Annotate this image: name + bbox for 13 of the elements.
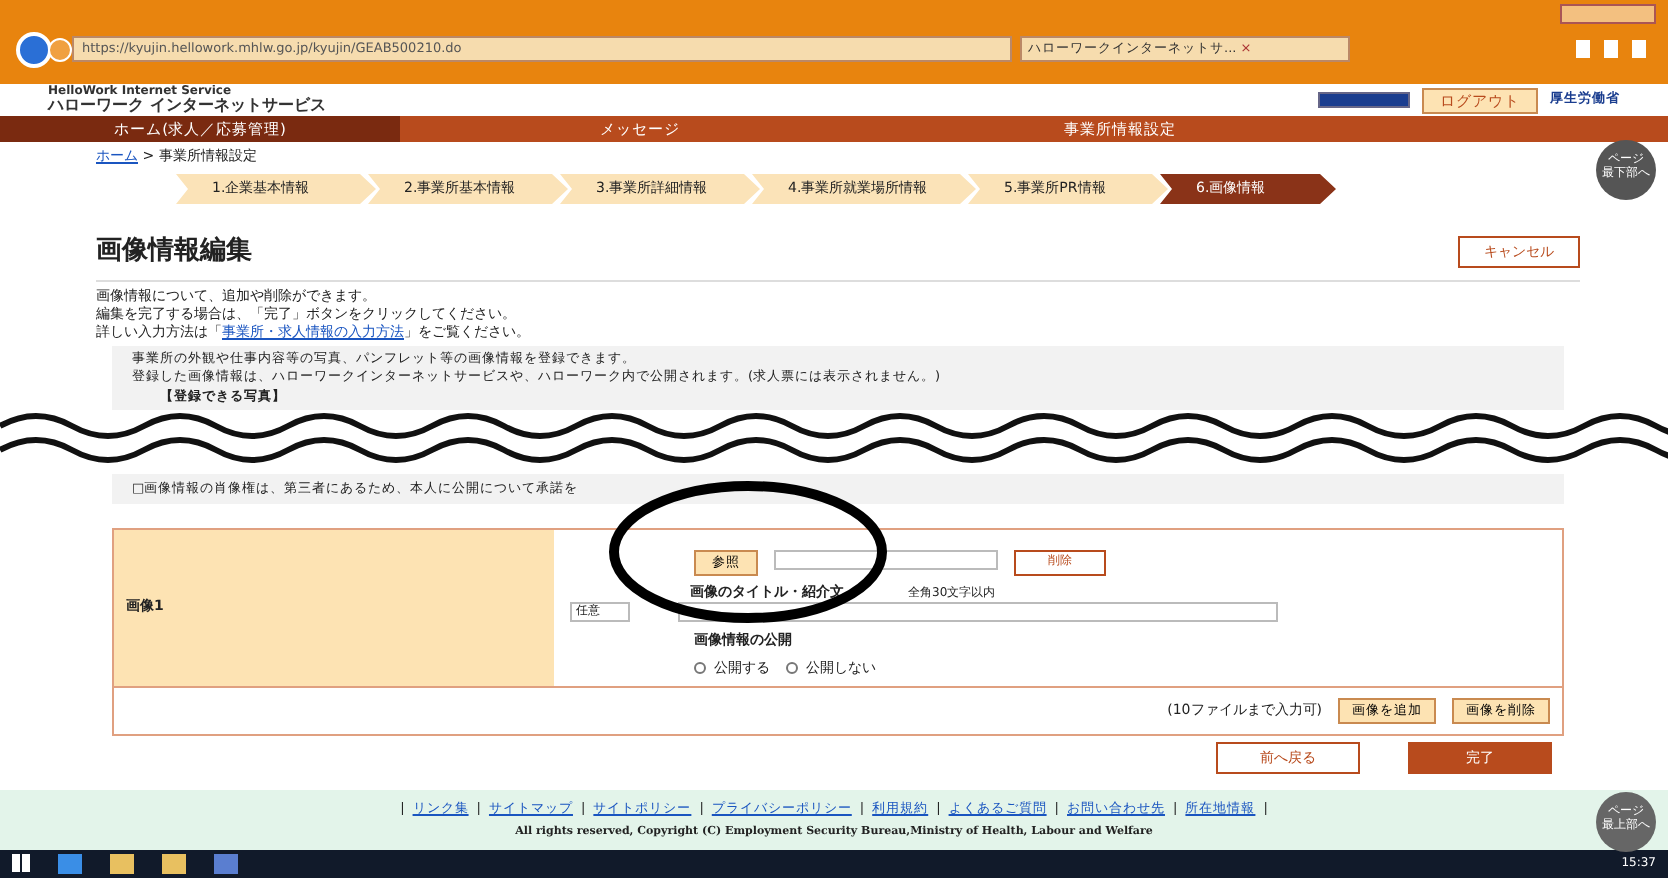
window-controls-drawing[interactable] [1560,4,1656,24]
radio-button[interactable] [786,661,798,674]
forward-button[interactable] [48,38,72,62]
folder-taskbar-icon[interactable] [110,853,134,873]
document-taskbar-icon[interactable] [214,853,238,873]
site-logo[interactable]: ハローワーク インターネットサービス [48,98,326,114]
windows-start-icon[interactable] [12,854,30,872]
folder-taskbar-icon[interactable] [162,853,186,873]
browser-taskbar-icon[interactable] [58,853,82,873]
page-title: 画像情報編集 [96,234,252,270]
back-button[interactable] [16,32,52,68]
file-name-field[interactable] [774,549,998,569]
radio-button[interactable] [694,661,706,674]
